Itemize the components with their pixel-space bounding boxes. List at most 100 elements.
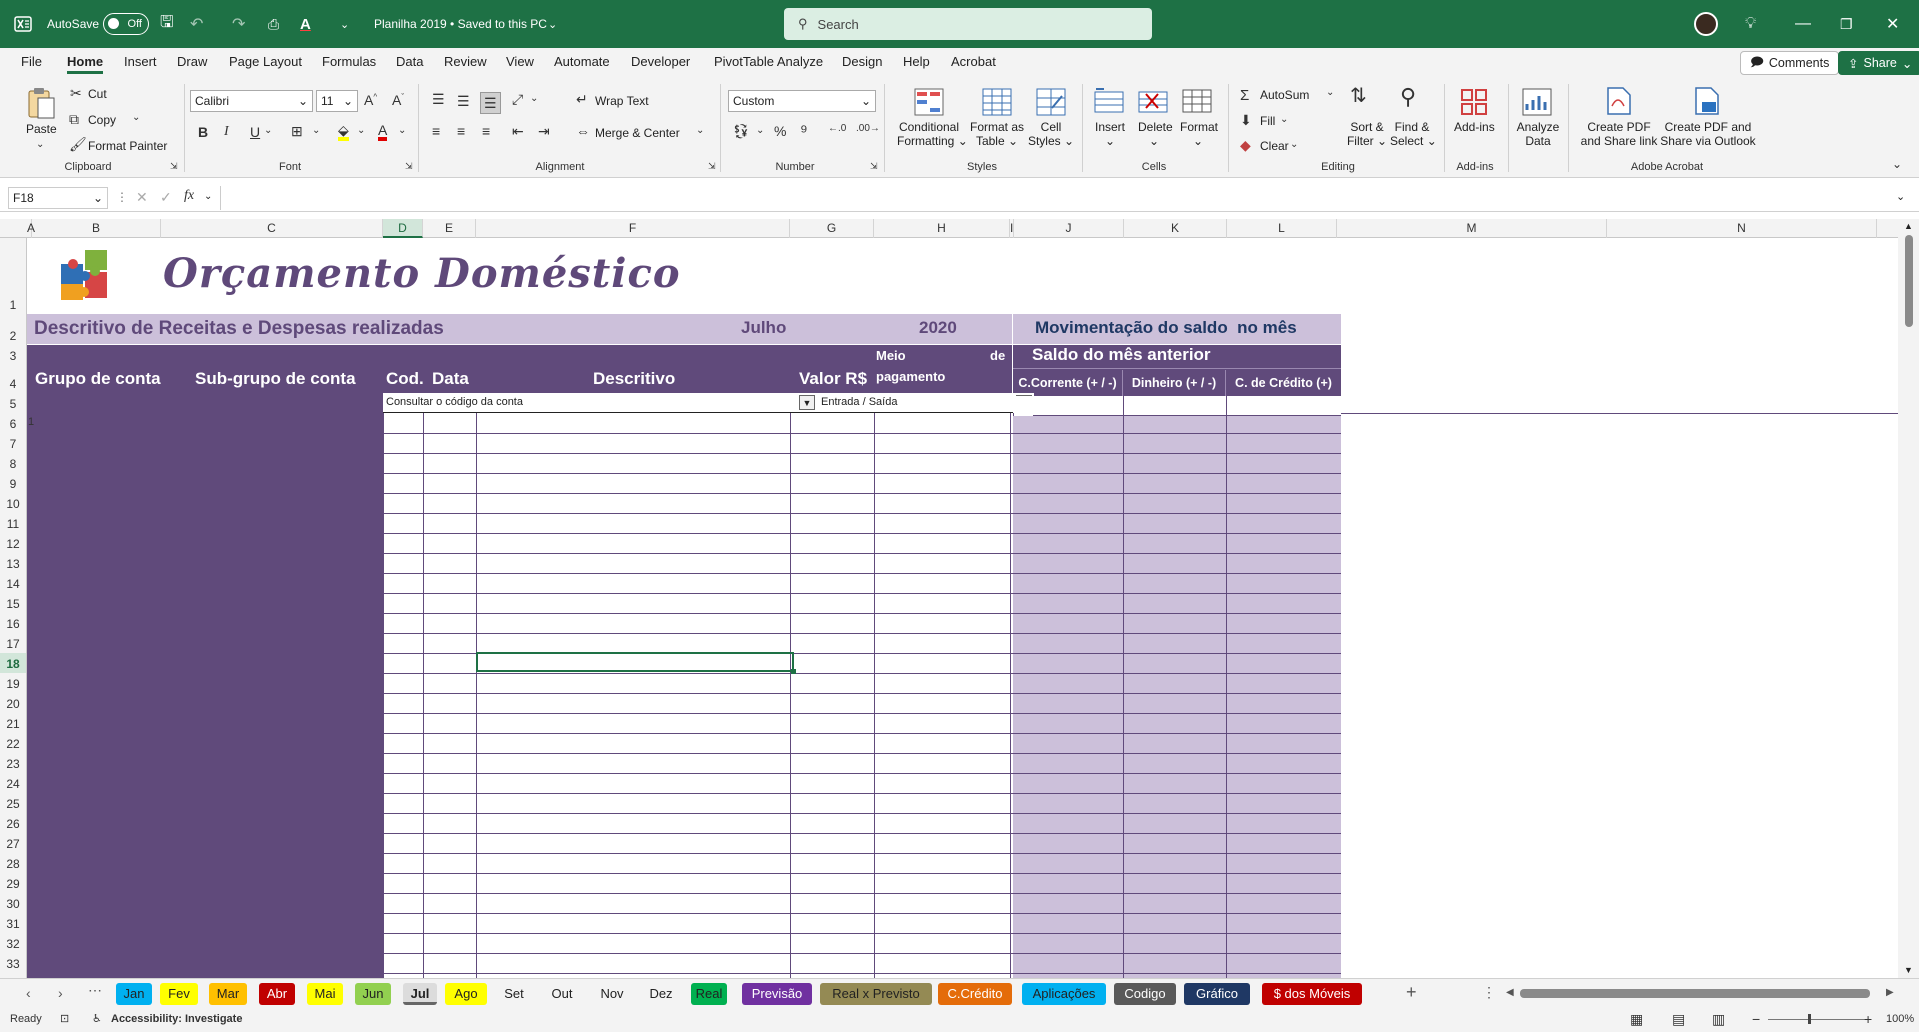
name-box[interactable]: F18 ⌄ (8, 187, 108, 209)
row-header-7[interactable]: 7 (0, 433, 26, 453)
row-header-11[interactable]: 11 (0, 513, 26, 533)
addins-button[interactable]: Add-ins (1454, 120, 1495, 134)
redo-icon[interactable]: ↷ (232, 0, 245, 48)
close-icon[interactable]: ✕ (1886, 0, 1899, 48)
menu-tab-draw[interactable]: Draw (177, 54, 207, 69)
row-header-8[interactable]: 8 (0, 453, 26, 473)
conditional-formatting-button[interactable]: Conditional Formatting ⌄ (897, 120, 968, 148)
zoom-slider-thumb[interactable] (1808, 1014, 1811, 1024)
fill-color-icon[interactable]: ⬙ (338, 123, 349, 141)
merge-center-button[interactable]: Merge & Center (595, 126, 680, 140)
conditional-formatting-icon[interactable] (914, 88, 944, 118)
sheet-tab-nov[interactable]: Nov (594, 983, 630, 1005)
col-header-h[interactable]: H (874, 219, 1010, 238)
orientation-icon[interactable]: ⤢ (512, 92, 523, 106)
confirm-entry-icon[interactable]: ✓ (160, 190, 172, 204)
normal-view-icon[interactable]: ▦ (1630, 1011, 1643, 1028)
hscroll-left-icon[interactable]: ◀ (1506, 987, 1514, 998)
qat-more-icon[interactable]: ⌄ (340, 0, 349, 48)
codigo-dropdown-arrow-icon[interactable]: ▼ (799, 395, 815, 410)
entrada-dropdown[interactable]: Entrada / Saída ▼ (817, 393, 1034, 413)
sheet-tab-out[interactable]: Out (546, 983, 578, 1005)
fill-icon[interactable]: ⬇ (1240, 113, 1252, 127)
decrease-decimal-icon[interactable]: .00→ (856, 124, 880, 134)
copy-chevron-icon[interactable]: ⌄ (132, 113, 140, 123)
sheet-tab-previs-o[interactable]: Previsão (742, 983, 812, 1005)
autosum-icon[interactable]: Σ (1240, 88, 1249, 103)
cut-button[interactable]: Cut (88, 87, 107, 101)
col-header-b[interactable]: B (32, 219, 161, 238)
fill-color-chevron-icon[interactable]: ⌄ (357, 126, 365, 136)
row-header-22[interactable]: 22 (0, 733, 26, 753)
page-break-view-icon[interactable]: ▥ (1712, 1011, 1725, 1028)
format-painter-icon[interactable]: 🖌︎ (69, 137, 87, 151)
cell-styles-icon[interactable] (1036, 88, 1066, 118)
cell-styles-button[interactable]: Cell Styles ⌄ (1026, 120, 1076, 148)
borders-icon[interactable]: ⊞ (291, 124, 303, 138)
create-pdf-outlook-icon[interactable] (1694, 86, 1720, 118)
menu-tab-view[interactable]: View (506, 54, 534, 69)
row-header-6[interactable]: 6 (0, 413, 26, 433)
entry-grid[interactable] (383, 413, 1033, 978)
row-header-12[interactable]: 12 (0, 533, 26, 553)
paste-icon[interactable] (26, 86, 56, 122)
orientation-chevron-icon[interactable]: ⌄ (530, 94, 538, 104)
create-pdf-share-icon[interactable] (1606, 86, 1632, 118)
col-header-g[interactable]: G (790, 219, 874, 238)
find-select-button[interactable]: Find & Select ⌄ (1390, 120, 1437, 148)
sheet-tab-fev[interactable]: Fev (160, 983, 198, 1005)
zoom-out-icon[interactable]: − (1752, 1011, 1760, 1027)
menu-tab-review[interactable]: Review (444, 54, 487, 69)
row-header-20[interactable]: 20 (0, 693, 26, 713)
clear-button[interactable]: Clear (1260, 139, 1289, 153)
comments-button[interactable]: 🗩︎ Comments (1740, 51, 1840, 75)
minimize-icon[interactable]: — (1795, 0, 1811, 48)
sheet-tab-mai[interactable]: Mai (307, 983, 343, 1005)
menu-tab-page-layout[interactable]: Page Layout (229, 54, 302, 69)
addins-icon[interactable] (1460, 88, 1488, 118)
row-header-23[interactable]: 23 (0, 753, 26, 773)
accounting-chevron-icon[interactable]: ⌄ (756, 126, 764, 136)
macro-record-icon[interactable]: ⊡ (60, 1012, 69, 1025)
movement-grid[interactable] (1013, 416, 1341, 978)
insert-cells-button[interactable]: Insert ⌄ (1094, 120, 1126, 148)
create-pdf-share-link-button[interactable]: Create PDF and Share link (1576, 120, 1662, 148)
worksheet-grid[interactable]: Orçamento Doméstico Descritivo de Receit… (27, 238, 1898, 978)
tab-more-icon[interactable]: ⋯ (88, 982, 102, 999)
zoom-slider[interactable] (1768, 1019, 1868, 1020)
align-center-icon[interactable]: ≡ (457, 124, 465, 138)
row-header-31[interactable]: 31 (0, 913, 26, 933)
sort-filter-icon[interactable]: ⇅ (1350, 86, 1367, 106)
avatar[interactable] (1694, 12, 1718, 36)
undo-icon[interactable]: ↶ (190, 0, 203, 48)
font-name-combo[interactable]: Calibri ⌄ (190, 90, 313, 112)
search-box[interactable]: ⚲ Search (784, 8, 1152, 40)
alignment-launcher-icon[interactable]: ⇲ (708, 162, 716, 171)
cancel-entry-icon[interactable]: ✕ (136, 190, 148, 204)
row-header-24[interactable]: 24 (0, 773, 26, 793)
share-button[interactable]: ⇪ Share ⌄ (1838, 51, 1919, 75)
tab-prev-icon[interactable]: ‹ (26, 985, 31, 1001)
wrap-text-icon[interactable]: ↵ (576, 92, 588, 106)
zoom-level[interactable]: 100% (1886, 1013, 1914, 1025)
row-header-27[interactable]: 27 (0, 833, 26, 853)
codigo-dropdown[interactable]: Consultar o código da conta ▼ (383, 393, 817, 413)
fill-button[interactable]: Fill (1260, 114, 1275, 128)
insert-cells-icon[interactable] (1094, 88, 1124, 116)
row-header-2[interactable]: 2 (0, 314, 26, 345)
hscroll-right-icon[interactable]: ▶ (1886, 987, 1894, 998)
copy-button[interactable]: Copy (88, 113, 116, 127)
scroll-down-icon[interactable]: ▼ (1904, 965, 1913, 975)
row-header-1[interactable]: 1 (0, 238, 26, 314)
fill-handle[interactable] (791, 669, 796, 674)
sheet-tab--dos-m-veis[interactable]: $ dos Móveis (1262, 983, 1362, 1005)
percent-icon[interactable]: % (774, 124, 786, 138)
autosum-button[interactable]: AutoSum (1260, 88, 1309, 102)
accounting-icon[interactable]: 💱︎ (732, 124, 750, 138)
format-as-table-button[interactable]: Format as Table ⌄ (966, 120, 1028, 148)
collapse-ribbon-icon[interactable]: ⌄ (1892, 158, 1902, 170)
format-as-table-icon[interactable] (982, 88, 1012, 118)
fx-chevron-icon[interactable]: ⌄ (204, 191, 212, 202)
col-header-l[interactable]: L (1227, 219, 1337, 238)
font-size-combo[interactable]: 11 ⌄ (316, 90, 358, 112)
